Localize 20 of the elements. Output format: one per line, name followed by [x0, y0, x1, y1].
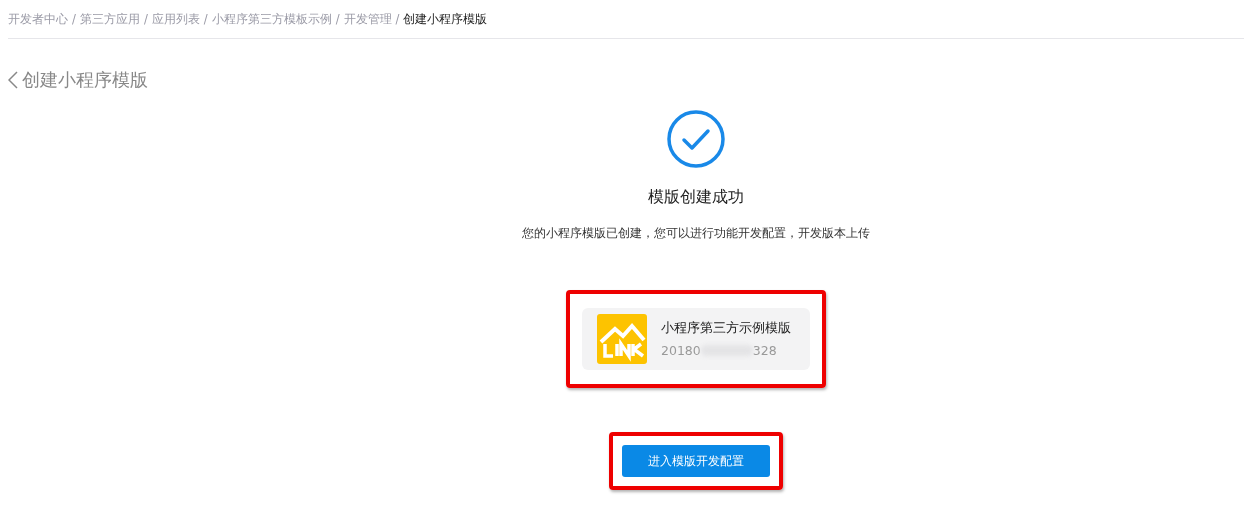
- breadcrumb-separator: /: [72, 12, 76, 27]
- breadcrumb-separator: /: [395, 12, 400, 27]
- breadcrumb-separator: /: [335, 12, 340, 27]
- back-icon[interactable]: [8, 71, 18, 89]
- enter-config-button[interactable]: 进入模版开发配置: [622, 445, 770, 477]
- template-id: 20180 328: [661, 343, 778, 358]
- success-title: 模版创建成功: [648, 187, 744, 208]
- breadcrumb-link[interactable]: 第三方应用: [79, 12, 140, 27]
- breadcrumb-current: 创建小程序模版: [403, 12, 488, 27]
- success-description: 您的小程序模版已创建，您可以进行功能开发配置，开发版本上传: [522, 225, 870, 242]
- house-logo-icon: [597, 314, 647, 364]
- breadcrumb-separator: /: [203, 12, 208, 27]
- breadcrumb-link[interactable]: 开发管理: [343, 12, 392, 27]
- breadcrumb-link[interactable]: 开发者中心: [8, 12, 68, 27]
- template-name: 小程序第三方示例模版: [661, 320, 791, 337]
- breadcrumb-link[interactable]: 应用列表: [151, 12, 200, 27]
- success-check-icon: [667, 110, 725, 168]
- breadcrumb-separator: /: [143, 12, 148, 27]
- page-title: 创建小程序模版: [22, 68, 148, 92]
- breadcrumb-link[interactable]: 小程序第三方模板示例: [211, 12, 332, 27]
